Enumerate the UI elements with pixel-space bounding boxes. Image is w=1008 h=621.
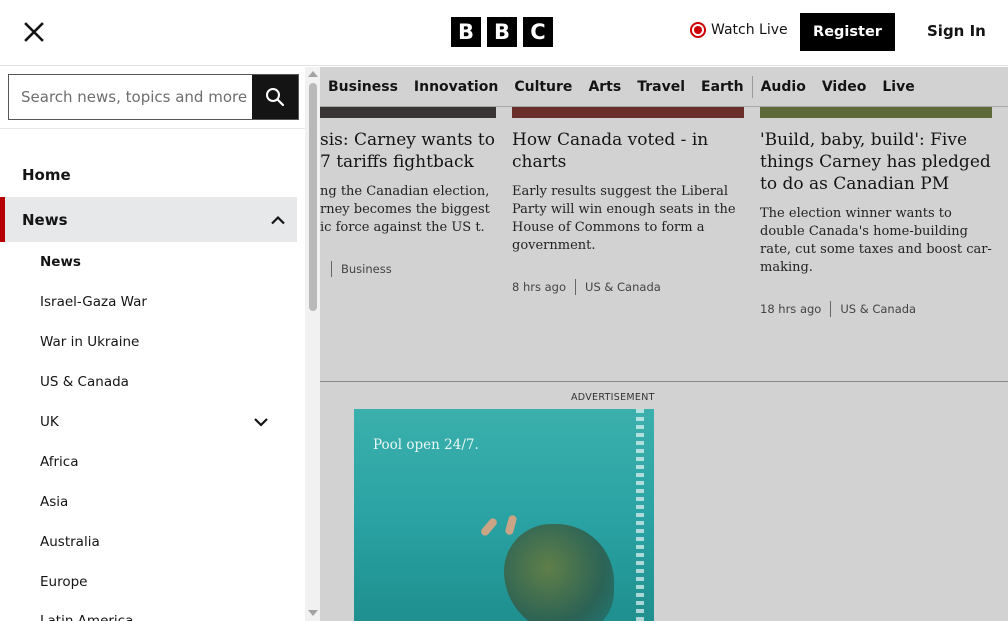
submenu-item-label: War in Ukraine — [40, 334, 140, 350]
search-icon — [266, 88, 285, 107]
submenu-item-latin-america[interactable]: Latin America — [40, 609, 280, 621]
meta-divider — [331, 261, 332, 277]
submenu-item-label: Asia — [40, 494, 69, 510]
story-summary: The election winner wants to double Cana… — [760, 206, 992, 275]
chevron-up-icon[interactable] — [271, 215, 285, 224]
submenu-item-us-canada[interactable]: US & Canada — [40, 370, 280, 394]
scroll-down-arrow-icon[interactable] — [308, 610, 318, 616]
nav-innovation[interactable]: Innovation — [414, 79, 498, 95]
ad-reef-image — [504, 524, 614, 621]
menu-item-news[interactable]: News — [0, 197, 297, 242]
story-meta: Business — [320, 261, 498, 277]
bbc-logo[interactable]: B B C — [451, 17, 553, 47]
submenu-item-label: UK — [40, 414, 59, 430]
card-image-strip[interactable] — [320, 107, 496, 118]
story-summary: ng the Canadian election, rney becomes t… — [320, 184, 490, 235]
chevron-down-icon[interactable] — [254, 418, 268, 427]
story-headline[interactable]: 'Build, baby, build': Five things Carney… — [760, 129, 994, 195]
scroll-thumb[interactable] — [309, 83, 317, 311]
story-card[interactable]: sis: Carney wants to 7 tariffs fightback… — [320, 129, 498, 277]
menu-item-label: News — [22, 210, 68, 229]
submenu-item-label: Africa — [40, 454, 79, 470]
submenu-item-australia[interactable]: Australia — [40, 530, 280, 554]
search-button[interactable] — [252, 75, 298, 119]
advertisement-label: ADVERTISEMENT — [571, 392, 655, 403]
card-image-strip[interactable] — [760, 107, 992, 118]
submenu-item-asia[interactable]: Asia — [40, 490, 280, 514]
ad-decorative-border — [636, 409, 644, 621]
story-meta: 18 hrs ago US & Canada — [760, 301, 994, 317]
nav-travel[interactable]: Travel — [637, 79, 685, 95]
navigation-drawer: Home News News Israel-Gaza War War in Uk… — [0, 67, 320, 621]
close-icon[interactable] — [22, 20, 46, 44]
nav-culture[interactable]: Culture — [514, 79, 572, 95]
menu-item-home[interactable]: Home — [0, 157, 297, 193]
story-time: 8 hrs ago — [512, 280, 567, 294]
story-category[interactable]: Business — [341, 262, 392, 276]
menu-scrollbar[interactable] — [305, 67, 320, 621]
search-divider — [0, 128, 305, 129]
submenu-item-war-in-ukraine[interactable]: War in Ukraine — [40, 330, 280, 354]
submenu-item-label: Europe — [40, 574, 88, 590]
story-category[interactable]: US & Canada — [585, 280, 661, 294]
nav-arts[interactable]: Arts — [588, 79, 621, 95]
watch-live-link[interactable]: Watch Live — [690, 22, 788, 38]
sign-in-link[interactable]: Sign In — [927, 22, 986, 40]
ad-swimmer-image — [504, 514, 518, 536]
submenu-item-label: Australia — [40, 534, 100, 550]
submenu-item-uk[interactable]: UK — [40, 410, 280, 434]
advertisement-banner[interactable]: Pool open 24/7. — [354, 409, 654, 621]
nav-divider — [751, 75, 753, 98]
submenu-item-europe[interactable]: Europe — [40, 570, 280, 594]
story-meta: 8 hrs ago US & Canada — [512, 279, 746, 295]
submenu-item-label: Latin America — [40, 613, 134, 621]
ad-text: Pool open 24/7. — [373, 437, 479, 453]
submenu-item-label: US & Canada — [40, 374, 129, 390]
live-record-icon — [690, 22, 706, 38]
scroll-up-arrow-icon[interactable] — [308, 71, 318, 77]
meta-divider — [575, 279, 577, 295]
story-headline[interactable]: sis: Carney wants to 7 tariffs fightback — [320, 129, 498, 173]
section-divider — [320, 381, 1008, 382]
nav-earth[interactable]: Earth — [701, 79, 744, 95]
submenu-item-label: Israel-Gaza War — [40, 294, 147, 310]
card-image-strip[interactable] — [512, 107, 744, 118]
search-bar — [8, 74, 299, 120]
ad-swimmer-image — [479, 516, 499, 538]
story-card[interactable]: 'Build, baby, build': Five things Carney… — [760, 129, 994, 317]
story-summary: Early results suggest the Liberal Party … — [512, 184, 736, 253]
logo-letter: B — [487, 17, 517, 47]
nav-audio[interactable]: Audio — [761, 79, 806, 95]
site-header: B B C Watch Live Register Sign In — [0, 0, 1008, 66]
close-menu-button[interactable] — [22, 20, 46, 44]
submenu-item-israel-gaza-war[interactable]: Israel-Gaza War — [40, 290, 280, 314]
meta-divider — [830, 301, 832, 317]
story-headline[interactable]: How Canada voted - in charts — [512, 129, 746, 173]
story-time: 18 hrs ago — [760, 302, 822, 316]
story-category[interactable]: US & Canada — [840, 302, 916, 316]
submenu-item-news[interactable]: News — [40, 250, 280, 274]
menu-item-label: Home — [22, 166, 71, 184]
search-input[interactable] — [9, 75, 252, 119]
top-navigation: Business Innovation Culture Arts Travel … — [320, 67, 1008, 107]
register-button[interactable]: Register — [800, 13, 895, 51]
nav-live[interactable]: Live — [882, 79, 914, 95]
main-content-overlay: Business Innovation Culture Arts Travel … — [320, 67, 1008, 621]
watch-live-label: Watch Live — [711, 22, 788, 38]
story-card[interactable]: How Canada voted - in charts Early resul… — [512, 129, 746, 295]
logo-letter: C — [523, 17, 553, 47]
submenu-item-label: News — [40, 254, 81, 270]
nav-business[interactable]: Business — [328, 79, 398, 95]
submenu-item-africa[interactable]: Africa — [40, 450, 280, 474]
logo-letter: B — [451, 17, 481, 47]
nav-video[interactable]: Video — [822, 79, 867, 95]
